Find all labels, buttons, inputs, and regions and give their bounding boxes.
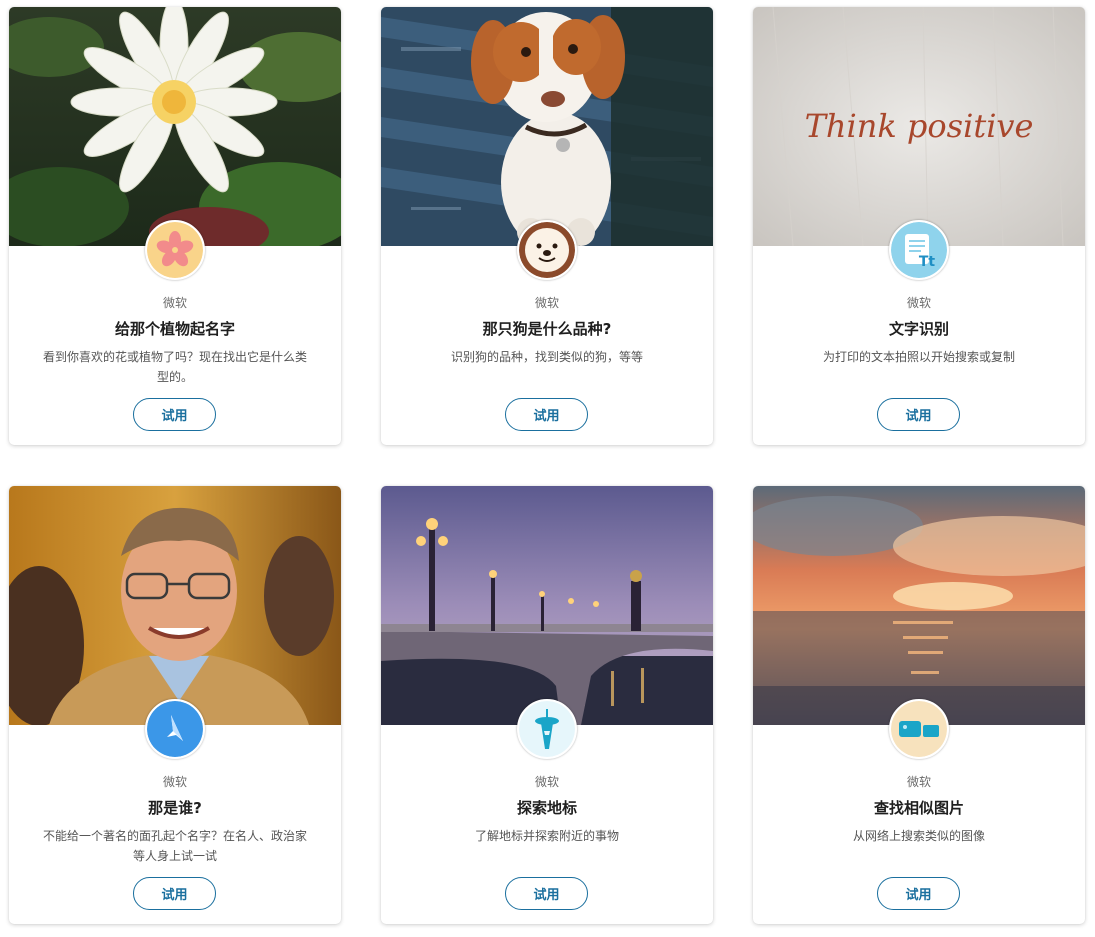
- dog-face-icon: [517, 220, 577, 280]
- card-text-recognition[interactable]: Think positive Tt 微软 文字识别 为打印的文本拍照以开始搜索或…: [753, 7, 1085, 445]
- text-document-icon: Tt: [889, 220, 949, 280]
- space-needle-icon: [517, 699, 577, 759]
- card-dog[interactable]: 微软 那只狗是什么品种? 识别狗的品种，找到类似的狗，等等 试用: [381, 7, 713, 445]
- hero-handwritten-text: Think positive: [805, 107, 1034, 145]
- svg-text:Tt: Tt: [919, 254, 936, 270]
- try-button[interactable]: 试用: [877, 398, 960, 431]
- plant-hero-image: [9, 7, 341, 246]
- card-description: 识别狗的品种，找到类似的狗，等等: [450, 350, 643, 364]
- bridge-hero-image: [381, 486, 713, 725]
- try-button[interactable]: 试用: [505, 877, 588, 910]
- sunset-hero-image: [753, 486, 1085, 725]
- card-title: 给那个植物起名字: [114, 320, 235, 338]
- card-plant[interactable]: 微软 给那个植物起名字 看到你喜欢的花或植物了吗？现在找出它是什么类型的。 试用: [9, 7, 341, 445]
- try-button[interactable]: 试用: [133, 398, 216, 431]
- card-description: 不能给一个著名的面孔起个名字？在名人、政治家等人身上试一试: [42, 829, 307, 863]
- publisher-label: 微软: [906, 775, 931, 789]
- card-description: 了解地标并探索附近的事物: [474, 829, 619, 843]
- star-pointer-icon: [145, 699, 205, 759]
- publisher-label: 微软: [162, 775, 187, 789]
- similar-images-icon: [889, 699, 949, 759]
- try-button[interactable]: 试用: [133, 877, 216, 910]
- dog-hero-image: [381, 7, 713, 246]
- publisher-label: 微软: [534, 296, 559, 310]
- card-who-is-that[interactable]: 微软 那是谁? 不能给一个著名的面孔起个名字？在名人、政治家等人身上试一试 试用: [9, 486, 341, 924]
- card-similar-images[interactable]: 微软 查找相似图片 从网络上搜索类似的图像 试用: [753, 486, 1085, 924]
- try-button[interactable]: 试用: [505, 398, 588, 431]
- card-description: 为打印的文本拍照以开始搜索或复制: [822, 350, 1015, 364]
- card-description: 从网络上搜索类似的图像: [852, 829, 985, 843]
- card-title: 查找相似图片: [873, 799, 964, 817]
- publisher-label: 微软: [906, 296, 931, 310]
- flower-icon: [145, 220, 205, 280]
- publisher-label: 微软: [162, 296, 187, 310]
- card-title: 那只狗是什么品种?: [482, 320, 612, 338]
- card-landmark[interactable]: 微软 探索地标 了解地标并探索附近的事物 试用: [381, 486, 713, 924]
- publisher-label: 微软: [534, 775, 559, 789]
- card-title: 那是谁?: [148, 799, 202, 817]
- card-description: 看到你喜欢的花或植物了吗？现在找出它是什么类型的。: [42, 350, 307, 384]
- person-hero-image: [9, 486, 341, 725]
- card-title: 探索地标: [516, 799, 577, 817]
- card-title: 文字识别: [888, 320, 949, 338]
- text-hero-image: Think positive: [753, 7, 1085, 246]
- try-button[interactable]: 试用: [877, 877, 960, 910]
